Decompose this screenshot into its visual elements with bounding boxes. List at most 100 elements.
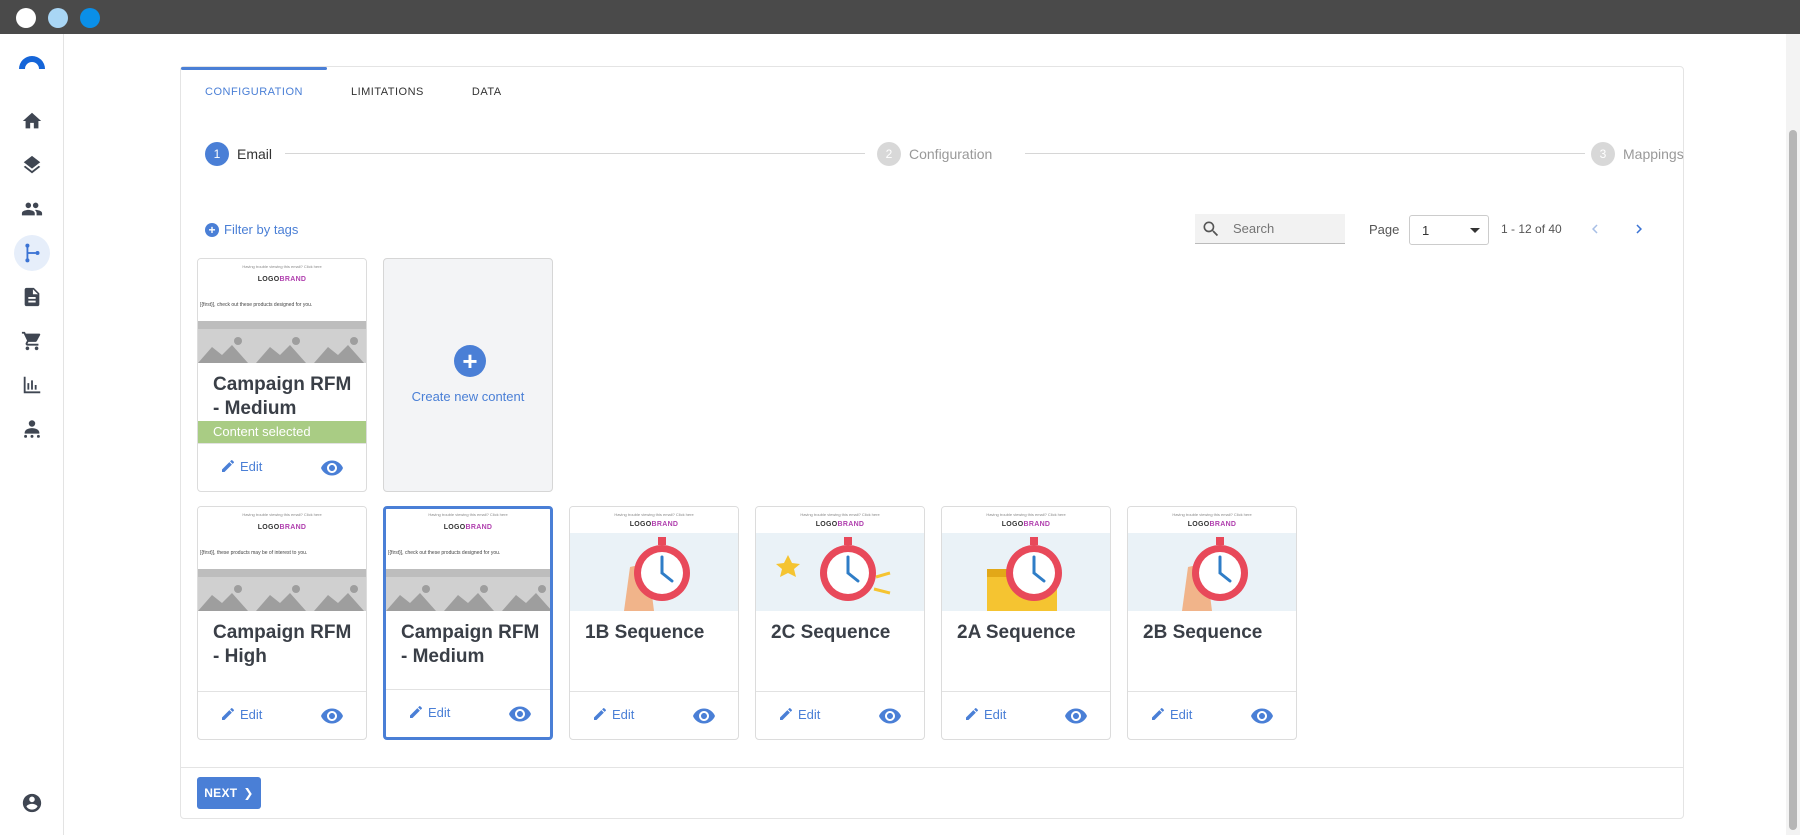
preview-button[interactable] xyxy=(320,456,344,480)
thumb-header-text: Having trouble viewing this email? Click… xyxy=(986,512,1066,517)
step-configuration[interactable]: 2 Configuration xyxy=(877,141,992,167)
page-range: 1 - 12 of 40 xyxy=(1501,222,1562,236)
step-number: 2 xyxy=(877,142,901,166)
create-new-content-card[interactable]: + Create new content xyxy=(383,258,553,492)
search-box[interactable] xyxy=(1195,214,1345,244)
window-close-button[interactable] xyxy=(16,8,36,28)
page-label: Page xyxy=(1369,222,1400,237)
card-actions: Edit xyxy=(942,691,1110,739)
edit-button[interactable]: Edit xyxy=(408,704,450,720)
preview-button[interactable] xyxy=(508,702,532,726)
sidebar-item-audience[interactable] xyxy=(14,411,50,447)
scrollbar-thumb[interactable] xyxy=(1789,130,1797,830)
brand-logo: LOGOBRAND xyxy=(1187,521,1237,528)
edit-button[interactable]: Edit xyxy=(220,706,262,722)
card-actions: Edit xyxy=(198,691,366,739)
home-icon xyxy=(22,112,42,129)
cart-icon xyxy=(21,331,41,351)
eye-icon xyxy=(1251,708,1273,724)
edit-button[interactable]: Edit xyxy=(778,706,820,722)
sidebar-item-account[interactable] xyxy=(14,785,50,821)
step-label: Mappings xyxy=(1623,146,1684,162)
page-select[interactable]: 1 xyxy=(1409,215,1489,245)
brand-logo: LOGOBRAND xyxy=(257,524,307,531)
search-icon xyxy=(1203,221,1219,236)
app-logo-icon[interactable] xyxy=(17,53,47,69)
step-number: 3 xyxy=(1591,142,1615,166)
window-minimize-button[interactable] xyxy=(48,8,68,28)
eye-icon xyxy=(1065,708,1087,724)
tab-configuration[interactable]: CONFIGURATION xyxy=(181,67,327,117)
brand-logo: LOGOBRAND xyxy=(257,276,307,283)
sidebar-item-people[interactable] xyxy=(14,191,50,227)
account-icon xyxy=(22,793,42,813)
window-maximize-button[interactable] xyxy=(80,8,100,28)
page-scrollbar[interactable] xyxy=(1786,34,1800,835)
step-mappings[interactable]: 3 Mappings xyxy=(1591,141,1684,167)
content-card[interactable]: Having trouble viewing this email? Click… xyxy=(755,506,925,740)
preview-button[interactable] xyxy=(1064,704,1088,728)
content-card[interactable]: Having trouble viewing this email? Click… xyxy=(941,506,1111,740)
thumb-header-text: Having trouble viewing this email? Click… xyxy=(428,512,508,517)
next-button[interactable]: NEXT ❯ xyxy=(197,777,261,809)
next-page-button[interactable] xyxy=(1627,217,1651,241)
product-grid-image xyxy=(198,569,366,611)
product-grid-image xyxy=(386,569,550,611)
edit-button[interactable]: Edit xyxy=(220,458,262,474)
brand-logo: LOGOBRAND xyxy=(629,521,679,528)
preview-button[interactable] xyxy=(692,704,716,728)
thumb-body-text: [{first}], check out these products desi… xyxy=(200,302,313,308)
card-thumbnail: Having trouble viewing this email? Click… xyxy=(198,259,366,363)
card-title: Campaign RFM - High xyxy=(213,622,352,667)
page-select-value: 1 xyxy=(1422,222,1430,238)
step-email[interactable]: 1 Email xyxy=(205,141,272,167)
content-card[interactable]: Having trouble viewing this email? Click… xyxy=(383,506,553,740)
edit-label: Edit xyxy=(240,458,263,474)
content-card[interactable]: Having trouble viewing this email? Click… xyxy=(197,506,367,740)
sidebar-item-layers[interactable] xyxy=(14,147,50,183)
thumb-body-text: [{first}], check out these products desi… xyxy=(388,550,501,556)
sidebar-item-cart[interactable] xyxy=(14,323,50,359)
content-card[interactable]: Having trouble viewing this email? Click… xyxy=(569,506,739,740)
card-thumbnail: Having trouble viewing this email? Click… xyxy=(942,507,1110,611)
card-title: 2B Sequence xyxy=(1143,622,1263,643)
step-label: Email xyxy=(237,146,273,162)
filter-by-tags-button[interactable]: + Filter by tags xyxy=(205,222,298,237)
eye-icon xyxy=(509,706,531,722)
thumb-body-text: [{first}], these products may be of inte… xyxy=(200,550,308,556)
pencil-icon xyxy=(410,705,423,718)
edit-button[interactable]: Edit xyxy=(592,706,634,722)
people-icon xyxy=(21,202,43,216)
mountain-placeholder-icon xyxy=(198,321,366,363)
brand-logo: LOGOBRAND xyxy=(443,524,493,531)
sidebar-item-analytics[interactable] xyxy=(14,367,50,403)
tab-bar: CONFIGURATION LIMITATIONS DATA xyxy=(181,67,526,117)
layers-icon xyxy=(23,155,41,174)
add-circle-icon: + xyxy=(454,345,486,377)
card-title: 1B Sequence xyxy=(585,622,705,643)
preview-button[interactable] xyxy=(878,704,902,728)
caret-down-icon xyxy=(1470,228,1480,233)
sidebar-item-home[interactable] xyxy=(14,103,50,139)
brand-logo: LOGOBRAND xyxy=(815,521,865,528)
edit-label: Edit xyxy=(240,706,263,722)
chevron-right-icon xyxy=(1636,224,1642,234)
search-input[interactable] xyxy=(1233,221,1333,236)
thumb-header-text: Having trouble viewing this email? Click… xyxy=(1172,512,1252,517)
edit-button[interactable]: Edit xyxy=(1150,706,1192,722)
sidebar-item-journeys[interactable] xyxy=(14,235,50,271)
sidebar-item-documents[interactable] xyxy=(14,279,50,315)
edit-label: Edit xyxy=(612,706,635,722)
previous-page-button[interactable] xyxy=(1583,217,1607,241)
preview-button[interactable] xyxy=(320,704,344,728)
card-title: Campaign RFM - Medium xyxy=(401,622,540,667)
content-card[interactable]: Having trouble viewing this email? Click… xyxy=(1127,506,1297,740)
selected-content-card[interactable]: Having trouble viewing this email? Click… xyxy=(197,258,367,492)
tab-limitations[interactable]: LIMITATIONS xyxy=(327,67,448,117)
edit-button[interactable]: Edit xyxy=(964,706,1006,722)
edit-label: Edit xyxy=(984,706,1007,722)
preview-button[interactable] xyxy=(1250,704,1274,728)
footer-divider xyxy=(181,767,1683,768)
tab-data[interactable]: DATA xyxy=(448,67,526,117)
card-title: 2A Sequence xyxy=(957,622,1076,643)
